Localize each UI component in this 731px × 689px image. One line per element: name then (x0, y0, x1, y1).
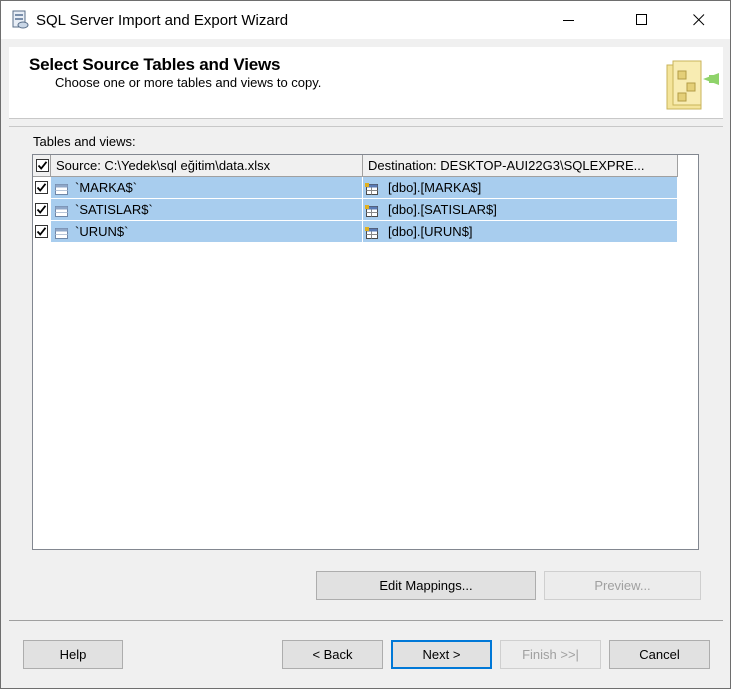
close-icon (693, 14, 705, 26)
help-button[interactable]: Help (23, 640, 123, 669)
row-check-cell[interactable] (33, 199, 51, 221)
tables-label: Tables and views: (33, 134, 136, 149)
tables-grid[interactable]: Source: C:\Yedek\sql eğitim\data.xlsx De… (32, 154, 699, 550)
close-button[interactable] (676, 1, 722, 39)
next-button[interactable]: Next > (391, 640, 492, 669)
source-cell[interactable]: `SATISLAR$` (51, 199, 363, 221)
footer-separator (9, 620, 723, 621)
source-column-label: Source: C:\Yedek\sql eğitim\data.xlsx (56, 158, 271, 173)
destination-cell[interactable]: [dbo].[MARKA$] (363, 177, 678, 199)
destination-cell[interactable]: [dbo].[SATISLAR$] (363, 199, 678, 221)
finish-button[interactable]: Finish >>| (500, 640, 601, 669)
destination-column-header[interactable]: Destination: DESKTOP-AUI22G3\SQLEXPRE... (363, 155, 678, 177)
row-checkbox[interactable] (35, 181, 48, 194)
source-table-name: `MARKA$` (75, 180, 138, 195)
source-table-name: `URUN$` (75, 224, 129, 239)
source-table-icon (55, 181, 69, 195)
source-table-icon (55, 203, 69, 217)
edit-mappings-button[interactable]: Edit Mappings... (316, 571, 536, 600)
source-table-name: `SATISLAR$` (75, 202, 153, 217)
table-row[interactable]: `SATISLAR$` [dbo].[SATISLAR$] (33, 199, 678, 221)
page-header: Select Source Tables and Views Choose on… (9, 47, 723, 119)
wizard-folder-icon (663, 55, 721, 113)
page-title: Select Source Tables and Views (29, 55, 281, 74)
source-column-header[interactable]: Source: C:\Yedek\sql eğitim\data.xlsx (51, 155, 363, 177)
row-check-cell[interactable] (33, 177, 51, 199)
row-checkbox[interactable] (35, 203, 48, 216)
destination-table-icon (365, 181, 379, 195)
destination-table-name: [dbo].[SATISLAR$] (388, 202, 497, 217)
select-all-checkbox[interactable] (36, 159, 49, 172)
destination-column-label: Destination: DESKTOP-AUI22G3\SQLEXPRE... (368, 158, 645, 173)
grid-header: Source: C:\Yedek\sql eğitim\data.xlsx De… (33, 155, 678, 177)
source-cell[interactable]: `URUN$` (51, 221, 363, 243)
destination-table-name: [dbo].[URUN$] (388, 224, 473, 239)
destination-table-name: [dbo].[MARKA$] (388, 180, 482, 195)
row-checkbox[interactable] (35, 225, 48, 238)
destination-cell[interactable]: [dbo].[URUN$] (363, 221, 678, 243)
row-check-cell[interactable] (33, 221, 51, 243)
page-subtitle: Choose one or more tables and views to c… (55, 75, 322, 90)
cancel-button[interactable]: Cancel (609, 640, 710, 669)
source-cell[interactable]: `MARKA$` (51, 177, 363, 199)
table-row[interactable]: `MARKA$` [dbo].[MARKA$] (33, 177, 678, 199)
select-all-cell[interactable] (33, 155, 51, 177)
wizard-app-icon (11, 10, 29, 30)
destination-table-icon (365, 203, 379, 217)
window-title: SQL Server Import and Export Wizard (36, 12, 289, 29)
maximize-icon (636, 14, 648, 26)
title-bar[interactable]: SQL Server Import and Export Wizard (1, 1, 730, 39)
wizard-window: SQL Server Import and Export Wizard Sele… (0, 0, 731, 689)
maximize-button[interactable] (619, 1, 665, 39)
destination-table-icon (365, 225, 379, 239)
back-button[interactable]: < Back (282, 640, 383, 669)
table-row[interactable]: `URUN$` [dbo].[URUN$] (33, 221, 678, 243)
source-table-icon (55, 225, 69, 239)
minimize-button[interactable] (546, 1, 592, 39)
header-divider (9, 126, 723, 127)
minimize-icon (563, 14, 575, 26)
preview-button[interactable]: Preview... (544, 571, 701, 600)
